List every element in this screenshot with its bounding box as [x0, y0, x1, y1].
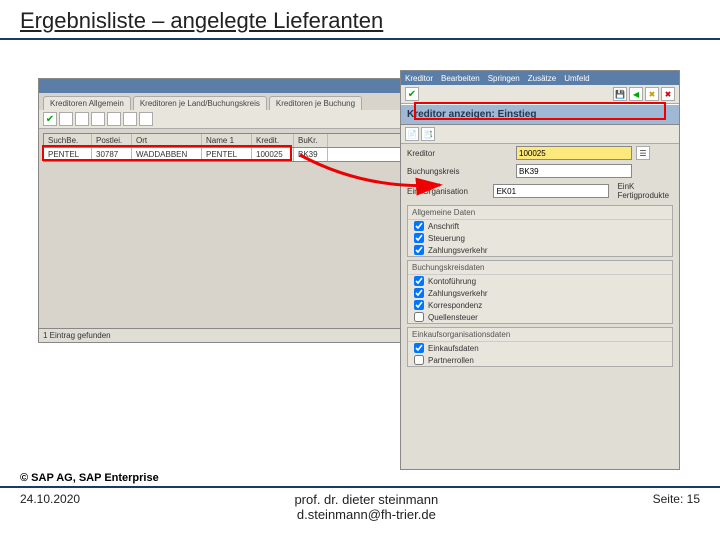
chk-partner[interactable] [414, 355, 424, 365]
sub-btn-1[interactable]: 📄 [405, 127, 419, 141]
lbl-zahlung2: Zahlungsverkehr [428, 289, 488, 298]
kreditor-display-window: Kreditor Bearbeiten Springen Zusätze Umf… [400, 70, 680, 470]
toolbar-btn-6[interactable] [139, 112, 153, 126]
menu-springen[interactable]: Springen [488, 74, 520, 83]
chk-steuerung[interactable] [414, 233, 424, 243]
window1-tabs: Kreditoren Allgemein Kreditoren je Land/… [39, 93, 427, 110]
chk-korr[interactable] [414, 300, 424, 310]
toolbar-btn-3[interactable] [91, 112, 105, 126]
input-kreditor[interactable] [516, 146, 632, 160]
highlight-result-row [42, 145, 292, 161]
window1-status: 1 Eintrag gefunden [39, 328, 427, 342]
toolbar-btn-4[interactable] [107, 112, 121, 126]
cell-bukr: BK39 [294, 148, 328, 161]
label-bukrs: Buchungskreis [407, 167, 512, 176]
chk-konto[interactable] [414, 276, 424, 286]
lbl-korr: Korrespondenz [428, 301, 482, 310]
ekorg-desc: EinK Fertigprodukte [617, 182, 673, 200]
group-ekorg: Einkaufsorganisationsdaten Einkaufsdaten… [407, 327, 673, 367]
lbl-steuerung: Steuerung [428, 234, 465, 243]
group-bukrs-title: Buchungskreisdaten [408, 261, 672, 275]
slide-title: Ergebnisliste – angelegte Lieferanten [0, 0, 720, 40]
exit-icon[interactable]: ✖ [645, 87, 659, 101]
chk-zahlung2[interactable] [414, 288, 424, 298]
group-bukrs: Buchungskreisdaten Kontoführung Zahlungs… [407, 260, 673, 324]
window1-menubar [39, 79, 427, 93]
menu-umfeld[interactable]: Umfeld [564, 74, 589, 83]
input-ekorg[interactable] [493, 184, 609, 198]
menu-bearbeiten[interactable]: Bearbeiten [441, 74, 480, 83]
confirm-green-icon[interactable]: ✔ [405, 87, 419, 101]
menu-zusaetze[interactable]: Zusätze [528, 74, 556, 83]
chk-einkauf[interactable] [414, 343, 424, 353]
footer-date: 24.10.2020 [20, 492, 80, 506]
back-icon[interactable]: ◀ [629, 87, 643, 101]
highlight-toolbar [414, 102, 666, 120]
save-icon[interactable]: 💾 [613, 87, 627, 101]
toolbar-btn-2[interactable] [75, 112, 89, 126]
group-allgemein: Allgemeine Daten Anschrift Steuerung Zah… [407, 205, 673, 257]
col-bukr: BuKr. [294, 134, 328, 147]
label-kreditor: Kreditor [407, 149, 512, 158]
result-list-window: Kreditoren Allgemein Kreditoren je Land/… [38, 78, 428, 343]
row-kreditor: Kreditor ☰ [401, 144, 679, 162]
lbl-quellen: Quellensteuer [428, 313, 478, 322]
confirm-icon[interactable]: ✔ [43, 112, 57, 126]
window2-subtoolbar: 📄 📑 [401, 125, 679, 144]
screenshot-canvas: Kreditoren Allgemein Kreditoren je Land/… [0, 40, 720, 470]
tab-general[interactable]: Kreditoren Allgemein [43, 96, 131, 110]
cancel-icon[interactable]: ✖ [661, 87, 675, 101]
footer: 24.10.2020 prof. dr. dieter steinmann d.… [0, 486, 720, 522]
window1-toolbar: ✔ [39, 110, 427, 129]
chk-quellen[interactable] [414, 312, 424, 322]
lbl-partner: Partnerrollen [428, 356, 474, 365]
toolbar-btn-1[interactable] [59, 112, 73, 126]
lbl-zahlung1: Zahlungsverkehr [428, 246, 488, 255]
toolbar-btn-5[interactable] [123, 112, 137, 126]
copyright: © SAP AG, SAP Enterprise [0, 470, 720, 486]
input-bukrs[interactable] [516, 164, 632, 178]
group-allgemein-title: Allgemeine Daten [408, 206, 672, 220]
tab-booking[interactable]: Kreditoren je Buchung [269, 96, 362, 110]
tab-country[interactable]: Kreditoren je Land/Buchungskreis [133, 96, 267, 110]
menu-kreditor[interactable]: Kreditor [405, 74, 433, 83]
search-help-icon[interactable]: ☰ [636, 146, 650, 160]
chk-zahlung1[interactable] [414, 245, 424, 255]
lbl-konto: Kontoführung [428, 277, 476, 286]
footer-page: Seite: 15 [653, 492, 700, 506]
window2-menubar: Kreditor Bearbeiten Springen Zusätze Umf… [401, 71, 679, 85]
group-ekorg-title: Einkaufsorganisationsdaten [408, 328, 672, 342]
lbl-einkauf: Einkaufsdaten [428, 344, 479, 353]
row-bukrs: Buchungskreis [401, 162, 679, 180]
row-ekorg: EinkOrganisation EinK Fertigprodukte [401, 180, 679, 202]
label-ekorg: EinkOrganisation [407, 187, 489, 196]
sub-btn-2[interactable]: 📑 [421, 127, 435, 141]
lbl-anschrift: Anschrift [428, 222, 459, 231]
footer-author: prof. dr. dieter steinmann d.steinmann@f… [294, 492, 438, 522]
chk-anschrift[interactable] [414, 221, 424, 231]
